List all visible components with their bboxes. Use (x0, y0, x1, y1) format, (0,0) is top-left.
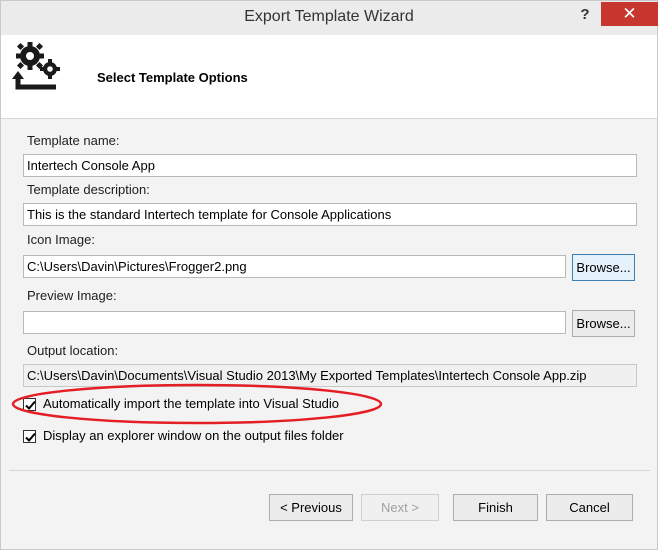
title-bar: Export Template Wizard ? ✕ (1, 1, 658, 35)
close-icon: ✕ (622, 4, 637, 23)
wizard-header: Select Template Options (1, 35, 657, 118)
preview-image-input[interactable] (23, 311, 566, 334)
next-button[interactable]: Next > (361, 494, 439, 521)
explorer-window-option[interactable]: Display an explorer window on the output… (23, 428, 383, 446)
template-name-input[interactable]: Intertech Console App (23, 154, 637, 177)
footer-divider (9, 470, 650, 471)
icon-image-browse-button[interactable]: Browse... (572, 254, 635, 281)
explorer-window-label: Display an explorer window on the output… (43, 428, 344, 443)
finish-button[interactable]: Finish (453, 494, 538, 521)
help-button[interactable]: ? (575, 5, 595, 25)
preview-image-browse-button[interactable]: Browse... (572, 310, 635, 337)
window-title: Export Template Wizard (244, 8, 414, 25)
checkmark-icon (25, 432, 36, 442)
template-description-input[interactable]: This is the standard Intertech template … (23, 203, 637, 226)
preview-image-label: Preview Image: (27, 288, 117, 303)
template-description-label: Template description: (27, 182, 150, 197)
header-divider (1, 118, 657, 119)
icon-image-label: Icon Image: (27, 232, 95, 247)
template-name-label: Template name: (27, 133, 120, 148)
export-template-wizard-window: Export Template Wizard ? ✕ Select Templa… (0, 0, 658, 550)
explorer-window-checkbox[interactable] (23, 430, 36, 443)
cancel-button[interactable]: Cancel (546, 494, 633, 521)
wizard-step-title: Select Template Options (97, 70, 248, 85)
output-location-label: Output location: (27, 343, 119, 358)
gears-export-icon (12, 42, 60, 90)
close-button[interactable]: ✕ (601, 2, 658, 26)
annotation-ellipse (11, 383, 383, 425)
icon-image-input[interactable]: C:\Users\Davin\Pictures\Frogger2.png (23, 255, 566, 278)
previous-button[interactable]: < Previous (269, 494, 353, 521)
